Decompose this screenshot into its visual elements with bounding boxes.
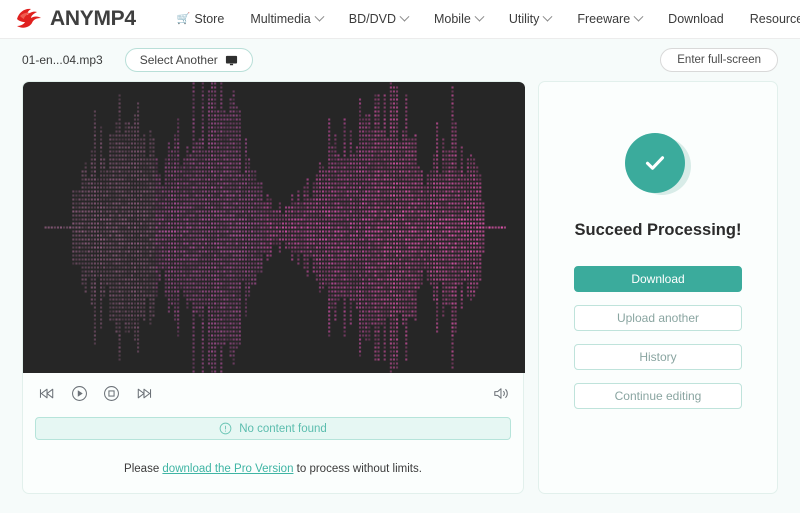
file-toolbar: 01-en...04.mp3 Select Another Enter full… (22, 39, 778, 81)
audio-waveform (44, 82, 506, 373)
promo-suffix: to process without limits. (293, 463, 422, 475)
nav-label: Store (194, 12, 225, 26)
chevron-down-icon (542, 11, 553, 22)
fast-forward-icon[interactable] (134, 384, 153, 403)
select-another-button[interactable]: Select Another (124, 48, 253, 72)
action-buttons: Download Upload another History Continue… (574, 266, 742, 409)
monitor-icon (225, 55, 237, 65)
info-icon (219, 422, 232, 435)
nav-item-bd-dvd[interactable]: BD/DVD (336, 11, 421, 26)
notice-text: No content found (239, 422, 327, 435)
select-another-label: Select Another (139, 53, 218, 67)
page-body: 01-en...04.mp3 Select Another Enter full… (0, 39, 800, 513)
logo-text: ANYMP4 (50, 7, 136, 30)
check-circle-icon (625, 133, 691, 199)
nav-item-store[interactable]: 🛒 Store (164, 12, 238, 26)
nav-label: Download (668, 12, 724, 26)
check-circle-badge (625, 133, 685, 193)
stop-icon[interactable] (102, 384, 121, 403)
nav-label: Resource (749, 12, 800, 26)
check-icon (645, 156, 665, 170)
logo[interactable]: ANYMP4 (14, 7, 136, 31)
enter-fullscreen-button[interactable]: Enter full-screen (660, 48, 778, 72)
history-button[interactable]: History (574, 344, 742, 370)
nav-label: Utility (508, 12, 540, 26)
chevron-down-icon (399, 11, 410, 22)
rewind-icon[interactable] (38, 384, 57, 403)
status-notice: No content found (35, 417, 511, 440)
download-button[interactable]: Download (574, 266, 742, 292)
nav-item-utility[interactable]: Utility (496, 11, 565, 26)
pro-version-link[interactable]: download the Pro Version (162, 463, 293, 475)
player-controls (23, 373, 523, 413)
continue-editing-button[interactable]: Continue editing (574, 383, 742, 409)
play-icon[interactable] (70, 384, 89, 403)
current-filename: 01-en...04.mp3 (22, 53, 103, 67)
nav-item-freeware[interactable]: Freeware (564, 11, 655, 26)
promo-prefix: Please (124, 463, 163, 475)
nav-item-resource[interactable]: Resource (737, 12, 800, 26)
nav-item-mobile[interactable]: Mobile (421, 11, 496, 26)
chevron-down-icon (314, 11, 325, 22)
nav-label: Freeware (577, 12, 631, 26)
cart-icon: 🛒 (176, 12, 191, 25)
chevron-down-icon (633, 11, 644, 22)
result-panel: Succeed Processing! Download Upload anot… (538, 81, 778, 494)
promo-text: Please download the Pro Version to proce… (23, 463, 523, 493)
nav-label: BD/DVD (348, 12, 396, 26)
volume-icon[interactable] (491, 384, 510, 403)
player-panel: No content found Please download the Pro… (22, 81, 525, 494)
nav-label: Mobile (433, 12, 471, 26)
nav-label: Multimedia (250, 12, 311, 26)
main-columns: No content found Please download the Pro… (22, 81, 778, 494)
chevron-down-icon (474, 11, 485, 22)
status-title: Succeed Processing! (574, 221, 742, 239)
nav-item-multimedia[interactable]: Multimedia (237, 11, 335, 26)
site-header: ANYMP4 🛒 Store Multimedia BD/DVD Mobile … (0, 0, 800, 39)
main-nav: 🛒 Store Multimedia BD/DVD Mobile Utility… (164, 11, 800, 26)
flame-logo-icon (17, 8, 41, 28)
upload-another-button[interactable]: Upload another (574, 305, 742, 331)
waveform-display[interactable] (23, 82, 525, 373)
nav-item-download[interactable]: Download (655, 12, 737, 26)
